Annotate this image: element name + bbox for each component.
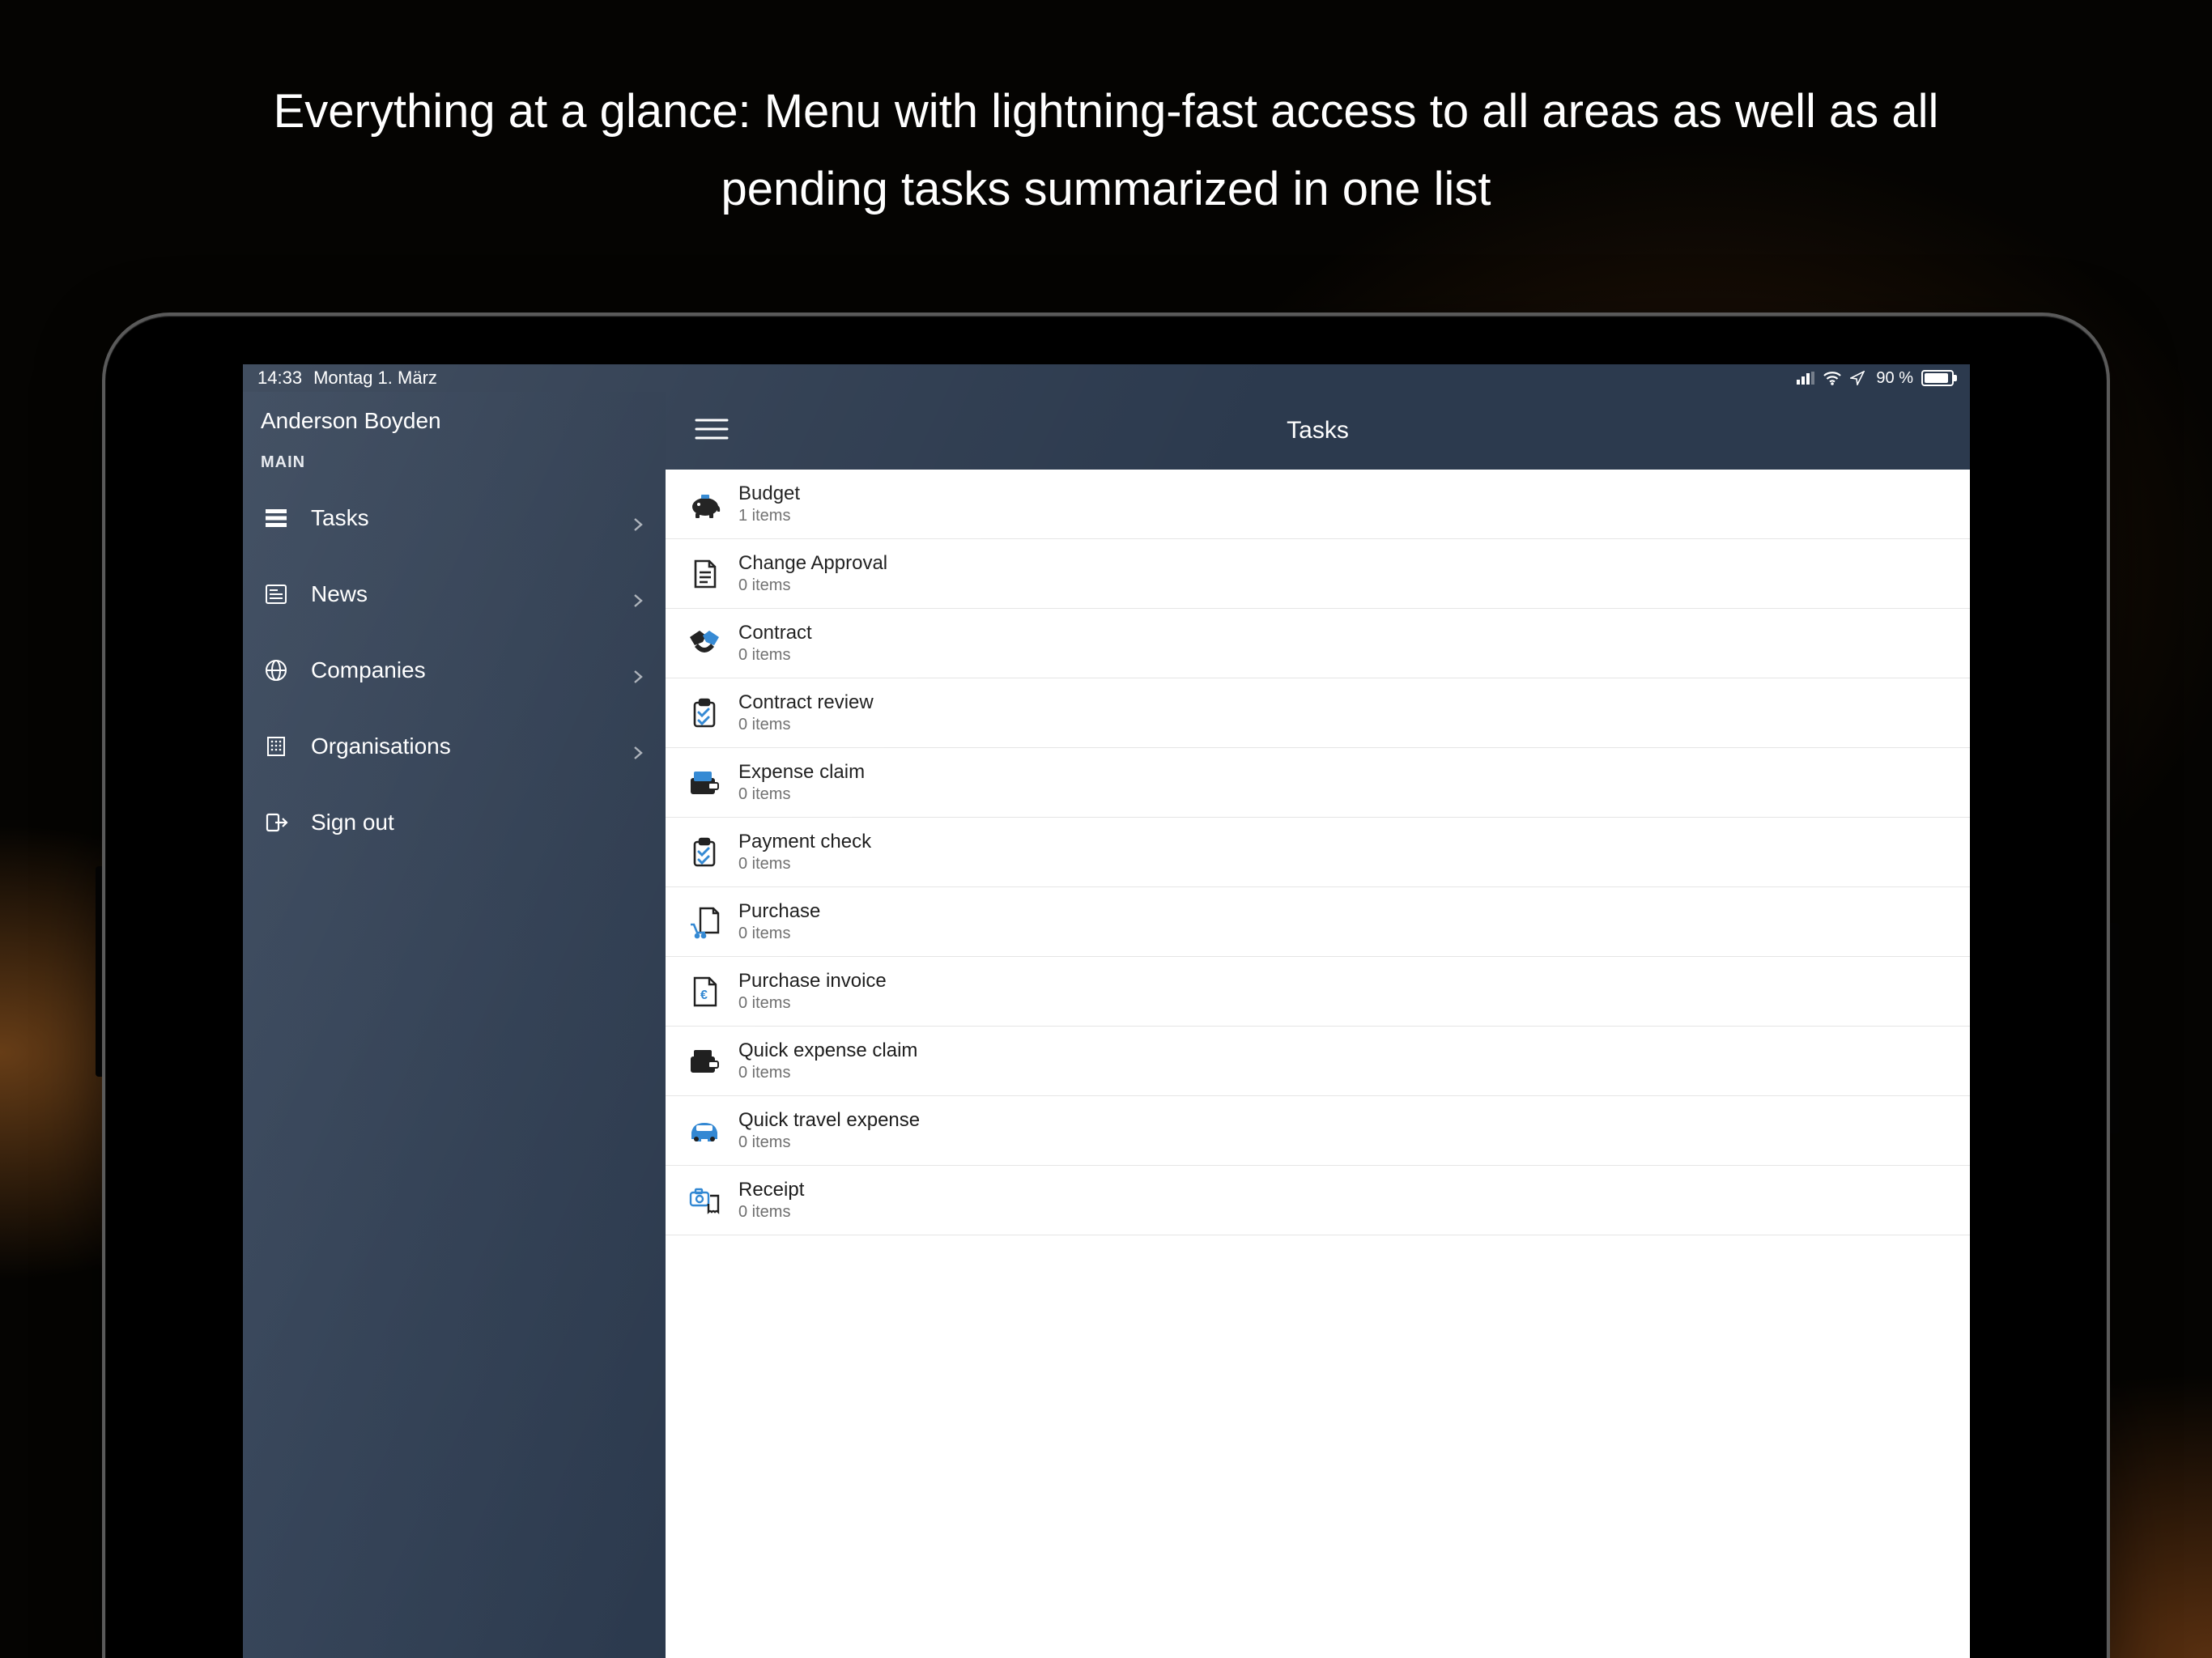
main-area: Tasks Budget 1 items	[666, 392, 1970, 1658]
task-subtitle: 0 items	[738, 646, 812, 665]
tablet-frame: 14:33 Montag 1. März 90 %	[105, 316, 2107, 1658]
newspaper-icon	[262, 580, 290, 608]
sidebar-section-label: MAIN	[243, 442, 666, 480]
task-subtitle: 1 items	[738, 507, 800, 525]
device-side-button-left	[96, 866, 105, 1077]
task-title: Change Approval	[738, 552, 887, 575]
sidebar-item-label: Companies	[311, 657, 426, 683]
sidebar-item-tasks[interactable]: Tasks	[243, 480, 666, 556]
task-title: Contract	[738, 622, 812, 644]
task-row-purchase-invoice[interactable]: € Purchase invoice 0 items	[666, 957, 1970, 1027]
car-icon	[687, 1113, 722, 1149]
svg-text:€: €	[700, 988, 708, 1002]
tablet-screen: 14:33 Montag 1. März 90 %	[243, 364, 1970, 1658]
marketing-headline: Everything at a glance: Menu with lightn…	[215, 73, 1997, 227]
sidebar-item-label: Tasks	[311, 505, 369, 531]
sidebar-item-label: News	[311, 581, 368, 607]
task-title: Expense claim	[738, 761, 865, 784]
task-title: Purchase invoice	[738, 970, 887, 993]
task-title: Purchase	[738, 900, 820, 923]
chevron-right-icon	[632, 511, 646, 525]
task-row-contract[interactable]: Contract 0 items	[666, 609, 1970, 678]
status-time: 14:33	[257, 368, 302, 389]
battery-percent: 90 %	[1876, 369, 1913, 388]
task-subtitle: 0 items	[738, 925, 820, 943]
task-subtitle: 0 items	[738, 994, 887, 1013]
task-title: Budget	[738, 483, 800, 505]
main-header: Tasks	[666, 392, 1970, 470]
status-bar: 14:33 Montag 1. März 90 %	[243, 364, 1970, 392]
chevron-right-icon	[632, 587, 646, 602]
task-row-budget[interactable]: Budget 1 items	[666, 470, 1970, 539]
task-row-expense-claim[interactable]: Expense claim 0 items	[666, 748, 1970, 818]
task-subtitle: 0 items	[738, 855, 871, 874]
sidebar-user-name: Anderson Boyden	[243, 392, 666, 442]
task-list[interactable]: Budget 1 items Change Approval 0 items	[666, 470, 1970, 1658]
handshake-icon	[687, 626, 722, 661]
task-row-payment-check[interactable]: Payment check 0 items	[666, 818, 1970, 887]
chevron-right-icon	[632, 663, 646, 678]
globe-icon	[262, 657, 290, 684]
task-title: Payment check	[738, 831, 871, 853]
list-icon	[262, 504, 290, 532]
battery-icon	[1921, 370, 1954, 386]
wifi-icon	[1823, 371, 1842, 385]
cart-document-icon	[687, 904, 722, 940]
task-row-change-approval[interactable]: Change Approval 0 items	[666, 539, 1970, 609]
piggybank-icon	[687, 487, 722, 522]
wallet-icon	[687, 1044, 722, 1079]
sidebar: Anderson Boyden MAIN Tasks	[243, 392, 666, 1658]
device-side-button-right	[2110, 923, 2120, 1133]
task-row-receipt[interactable]: Receipt 0 items	[666, 1166, 1970, 1235]
task-row-purchase[interactable]: Purchase 0 items	[666, 887, 1970, 957]
camera-receipt-icon	[687, 1183, 722, 1218]
signout-icon	[262, 809, 290, 836]
task-row-quick-travel[interactable]: Quick travel expense 0 items	[666, 1096, 1970, 1166]
clipboard-check-icon	[687, 695, 722, 731]
task-title: Contract review	[738, 691, 874, 714]
task-subtitle: 0 items	[738, 1133, 920, 1152]
sidebar-item-label: Sign out	[311, 810, 394, 835]
chevron-right-icon	[632, 739, 646, 754]
task-subtitle: 0 items	[738, 785, 865, 804]
sidebar-item-label: Organisations	[311, 733, 451, 759]
sidebar-item-news[interactable]: News	[243, 556, 666, 632]
task-title: Quick expense claim	[738, 1039, 917, 1062]
sidebar-item-companies[interactable]: Companies	[243, 632, 666, 708]
task-subtitle: 0 items	[738, 1203, 804, 1222]
signal-icon	[1797, 372, 1814, 385]
task-subtitle: 0 items	[738, 716, 874, 734]
document-lines-icon	[687, 556, 722, 592]
building-icon	[262, 733, 290, 760]
task-title: Receipt	[738, 1179, 804, 1201]
status-date: Montag 1. März	[313, 368, 437, 389]
sidebar-item-signout[interactable]: Sign out	[243, 784, 666, 861]
page-title: Tasks	[1287, 417, 1349, 444]
menu-button[interactable]	[695, 417, 729, 445]
task-row-quick-expense[interactable]: Quick expense claim 0 items	[666, 1027, 1970, 1096]
wallet-icon	[687, 765, 722, 801]
sidebar-item-organisations[interactable]: Organisations	[243, 708, 666, 784]
invoice-euro-icon: €	[687, 974, 722, 1010]
clipboard-check-icon	[687, 835, 722, 870]
task-title: Quick travel expense	[738, 1109, 920, 1132]
task-row-contract-review[interactable]: Contract review 0 items	[666, 678, 1970, 748]
location-icon	[1850, 371, 1865, 385]
task-subtitle: 0 items	[738, 1064, 917, 1082]
task-subtitle: 0 items	[738, 576, 887, 595]
